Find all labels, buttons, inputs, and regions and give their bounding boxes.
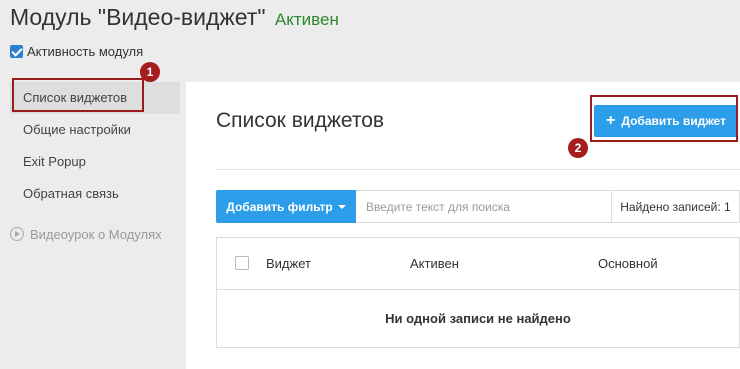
add-filter-label: Добавить фильтр (226, 199, 333, 214)
module-status: Активен (274, 10, 339, 29)
sidebar-item-exit-popup[interactable]: Exit Popup (10, 146, 180, 178)
empty-table-message: Ни одной записи не найдено (385, 311, 571, 326)
records-found-count: Найдено записей: 1 (612, 190, 740, 223)
play-circle-icon (10, 227, 24, 241)
table-header: Виджет Активен Основной (217, 238, 739, 290)
sidebar-item-feedback[interactable]: Обратная связь (10, 178, 180, 210)
section-title: Список виджетов (216, 109, 385, 132)
divider (216, 169, 740, 170)
module-active-checkbox[interactable] (10, 45, 23, 58)
widgets-table: Виджет Активен Основной Ни одной записи … (216, 237, 740, 348)
select-all-checkbox[interactable] (235, 256, 249, 270)
column-header-widget[interactable]: Виджет (266, 256, 311, 271)
module-active-label: Активность модуля (27, 44, 144, 59)
sidebar-item-general-settings[interactable]: Общие настройки (10, 114, 180, 146)
video-tutorial-link[interactable]: Видеоурок о Модулях (10, 218, 180, 250)
add-filter-button[interactable]: Добавить фильтр (216, 190, 356, 223)
callout-badge-2: 2 (568, 138, 588, 158)
page-title: Модуль "Видео-виджет" Активен (10, 4, 339, 31)
video-tutorial-label: Видеоурок о Модулях (30, 226, 162, 242)
callout-box-1 (12, 78, 144, 112)
callout-badge-1: 1 (140, 62, 160, 82)
page-title-text: Модуль "Видео-виджет" (10, 4, 266, 30)
caret-down-icon (337, 204, 346, 209)
callout-box-2 (590, 95, 738, 142)
search-input[interactable] (356, 190, 612, 223)
column-header-active[interactable]: Активен (410, 256, 459, 271)
module-active-toggle[interactable]: Активность модуля (10, 44, 143, 59)
filter-bar: Добавить фильтр Найдено записей: 1 (216, 190, 740, 223)
column-header-primary[interactable]: Основной (598, 256, 658, 271)
